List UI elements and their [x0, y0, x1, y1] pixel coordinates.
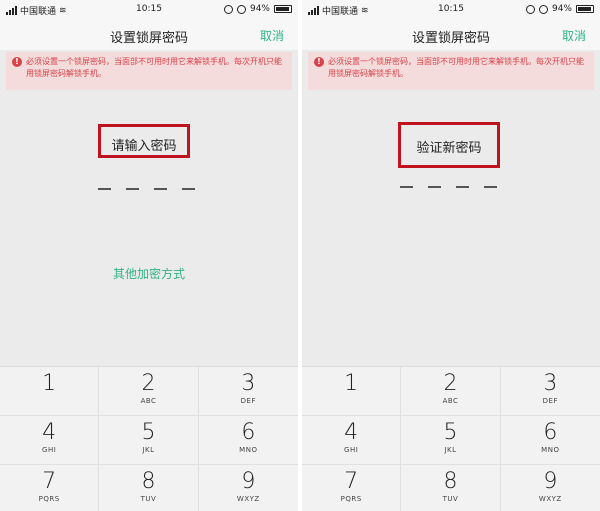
page-title: 设置锁屏密码 — [109, 31, 188, 46]
pin-input[interactable] — [98, 188, 195, 190]
warning-text: 必须设置一个锁屏密码，当面部不可用时用它来解锁手机。每次开机只能用锁屏密码解锁手… — [26, 57, 282, 78]
key-2[interactable]: 2 ABC — [99, 367, 199, 416]
key-8[interactable]: 8 TUV — [401, 465, 501, 511]
numeric-keypad: 1 2 ABC 3 DEF 4 GHI 5 JKL 6 MNO 7 PQRS 8 TUV 9W… — [302, 366, 600, 511]
pin-slot — [154, 188, 167, 190]
key-9[interactable]: 9 WXYZ — [501, 465, 600, 511]
key-6[interactable]: 6 MNO — [198, 416, 298, 465]
alert-icon: ! — [12, 57, 22, 67]
pin-slot — [98, 188, 111, 190]
title-bar: 设置锁屏密码 取消 — [0, 20, 298, 50]
key-7[interactable]: 7 PQRS — [0, 465, 100, 511]
pin-slot — [428, 186, 441, 188]
title-bar: 设置锁屏密码 取消 — [302, 20, 600, 50]
pin-slot — [126, 188, 139, 190]
key-5[interactable]: 5 JKL — [401, 416, 501, 465]
key-3[interactable]: 3 DEF — [198, 367, 298, 416]
numeric-keypad: 1 2 ABC 3 DEF 4 GHI 5 JKL 6 MNO 7 PQRS 8 TUV 9W… — [0, 366, 298, 511]
key-4[interactable]: 4 GHI — [302, 416, 402, 465]
pin-slot — [182, 188, 195, 190]
key-7[interactable]: 7 PQRS — [302, 465, 402, 511]
key-9[interactable]: 9 WXYZ — [199, 465, 298, 511]
key-4[interactable]: 4 GHI — [0, 416, 100, 465]
screen-enter-password: 中国联通 ≋ 10:15 94% 设置锁屏密码 取消 ! 必须设置一个锁屏密码，… — [0, 0, 298, 511]
alarm-icon — [223, 4, 233, 14]
page-title: 设置锁屏密码 — [411, 31, 490, 46]
key-3[interactable]: 3 DEF — [500, 367, 600, 416]
battery-percent: 94% — [551, 4, 572, 14]
key-2[interactable]: 2 ABC — [401, 367, 501, 416]
battery-icon — [576, 5, 594, 13]
key-1[interactable]: 1 — [0, 367, 100, 416]
prompt-highlight: 请输入密码 — [98, 124, 190, 158]
key-8[interactable]: 8 TUV — [99, 465, 199, 511]
warning-banner: ! 必须设置一个锁屏密码，当面部不可用时用它来解锁手机。每次开机只能用锁屏密码解… — [308, 52, 594, 90]
status-bar: 中国联通 ≋ 10:15 94% — [0, 0, 298, 20]
screen-verify-password: 中国联通 ≋ 10:15 94% 设置锁屏密码 取消 ! 必须设置一个锁屏密码，… — [302, 0, 600, 511]
cancel-button[interactable]: 取消 — [562, 27, 586, 44]
key-1[interactable]: 1 — [302, 367, 402, 416]
pin-slot — [484, 186, 497, 188]
clock-icon — [538, 4, 548, 14]
alarm-icon — [525, 4, 535, 14]
key-6[interactable]: 6 MNO — [500, 416, 600, 465]
password-prompt: 验证新密码 — [416, 141, 482, 156]
battery-percent: 94% — [249, 4, 270, 14]
warning-text: 必须设置一个锁屏密码，当面部不可用时用它来解锁手机。每次开机只能用锁屏密码解锁手… — [328, 57, 584, 78]
pin-slot — [456, 186, 469, 188]
password-prompt: 请输入密码 — [111, 139, 177, 154]
cancel-button[interactable]: 取消 — [260, 27, 284, 44]
alert-icon: ! — [314, 57, 324, 67]
pin-input[interactable] — [400, 186, 497, 188]
clock-icon — [236, 4, 246, 14]
status-bar: 中国联通 ≋ 10:15 94% — [302, 0, 600, 20]
prompt-highlight: 验证新密码 — [398, 122, 500, 168]
pin-slot — [400, 186, 413, 188]
warning-banner: ! 必须设置一个锁屏密码，当面部不可用时用它来解锁手机。每次开机只能用锁屏密码解… — [6, 52, 292, 90]
key-5[interactable]: 5 JKL — [99, 416, 199, 465]
other-encryption-link[interactable]: 其他加密方式 — [0, 265, 298, 282]
battery-icon — [274, 5, 292, 13]
